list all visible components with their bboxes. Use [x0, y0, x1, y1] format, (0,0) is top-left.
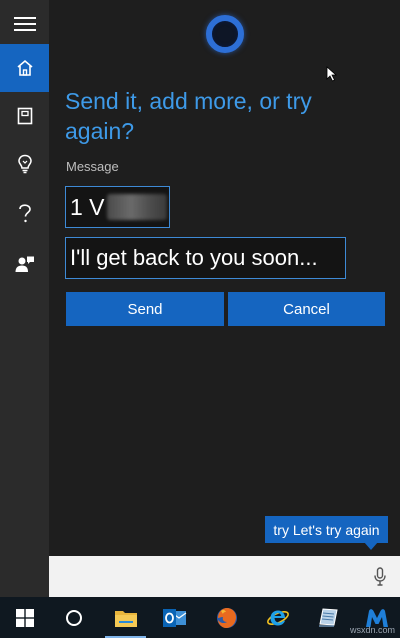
rail-notebook-button[interactable]: [0, 92, 49, 140]
notebook-icon: [17, 107, 32, 125]
cortana-window: Send it, add more, or try again? Message…: [0, 0, 400, 638]
app-button[interactable]: [303, 597, 352, 638]
mouse-cursor-icon: [326, 66, 337, 82]
rail-home-button[interactable]: [0, 44, 49, 92]
malwarebytes-button[interactable]: wsxdn.com: [349, 597, 400, 638]
send-button[interactable]: Send: [66, 292, 224, 326]
feedback-icon: [15, 256, 34, 272]
rail-help-button[interactable]: [0, 190, 49, 238]
message-text: I'll get back to you soon...: [70, 245, 318, 270]
watermark-text: wsxdn.com: [349, 625, 395, 635]
speech-bubble: try Let's try again: [265, 516, 388, 543]
file-explorer-icon: [114, 610, 137, 627]
cortana-search-icon: [65, 609, 82, 626]
redacted-blur: [106, 194, 167, 220]
app-icon: [318, 607, 338, 627]
outlook-button[interactable]: [150, 597, 199, 638]
help-icon: [18, 204, 31, 223]
rail-feedback-button[interactable]: [0, 240, 49, 288]
firefox-button[interactable]: [202, 597, 251, 638]
cancel-button[interactable]: Cancel: [228, 292, 385, 326]
hamburger-menu-icon: [13, 17, 36, 31]
internet-explorer-icon: [266, 610, 289, 625]
internet-explorer-button[interactable]: [253, 597, 302, 638]
start-button[interactable]: [0, 597, 49, 638]
hamburger-menu-button[interactable]: [0, 0, 49, 48]
recipient-field[interactable]: 1 V: [65, 186, 170, 228]
recipient-text: 1 V: [70, 193, 105, 220]
file-explorer-button[interactable]: [101, 597, 150, 638]
firefox-icon: [216, 607, 237, 628]
microphone-icon[interactable]: [374, 567, 386, 586]
speech-bubble-tail: [364, 542, 378, 550]
message-label: Message: [66, 159, 119, 174]
taskbar: wsxdn.com: [0, 597, 400, 638]
cortana-input-bar[interactable]: [49, 556, 400, 597]
outlook-icon: [162, 608, 186, 627]
cortana-taskbar-button[interactable]: [49, 597, 98, 638]
windows-start-icon: [15, 608, 34, 627]
rail-insights-button[interactable]: [0, 140, 49, 188]
message-field[interactable]: I'll get back to you soon...: [65, 237, 346, 279]
lightbulb-icon: [17, 154, 32, 174]
cortana-prompt: Send it, add more, or try again?: [65, 88, 312, 144]
cortana-ring-icon: [206, 15, 244, 53]
left-rail: [0, 0, 49, 597]
home-icon: [16, 59, 33, 76]
